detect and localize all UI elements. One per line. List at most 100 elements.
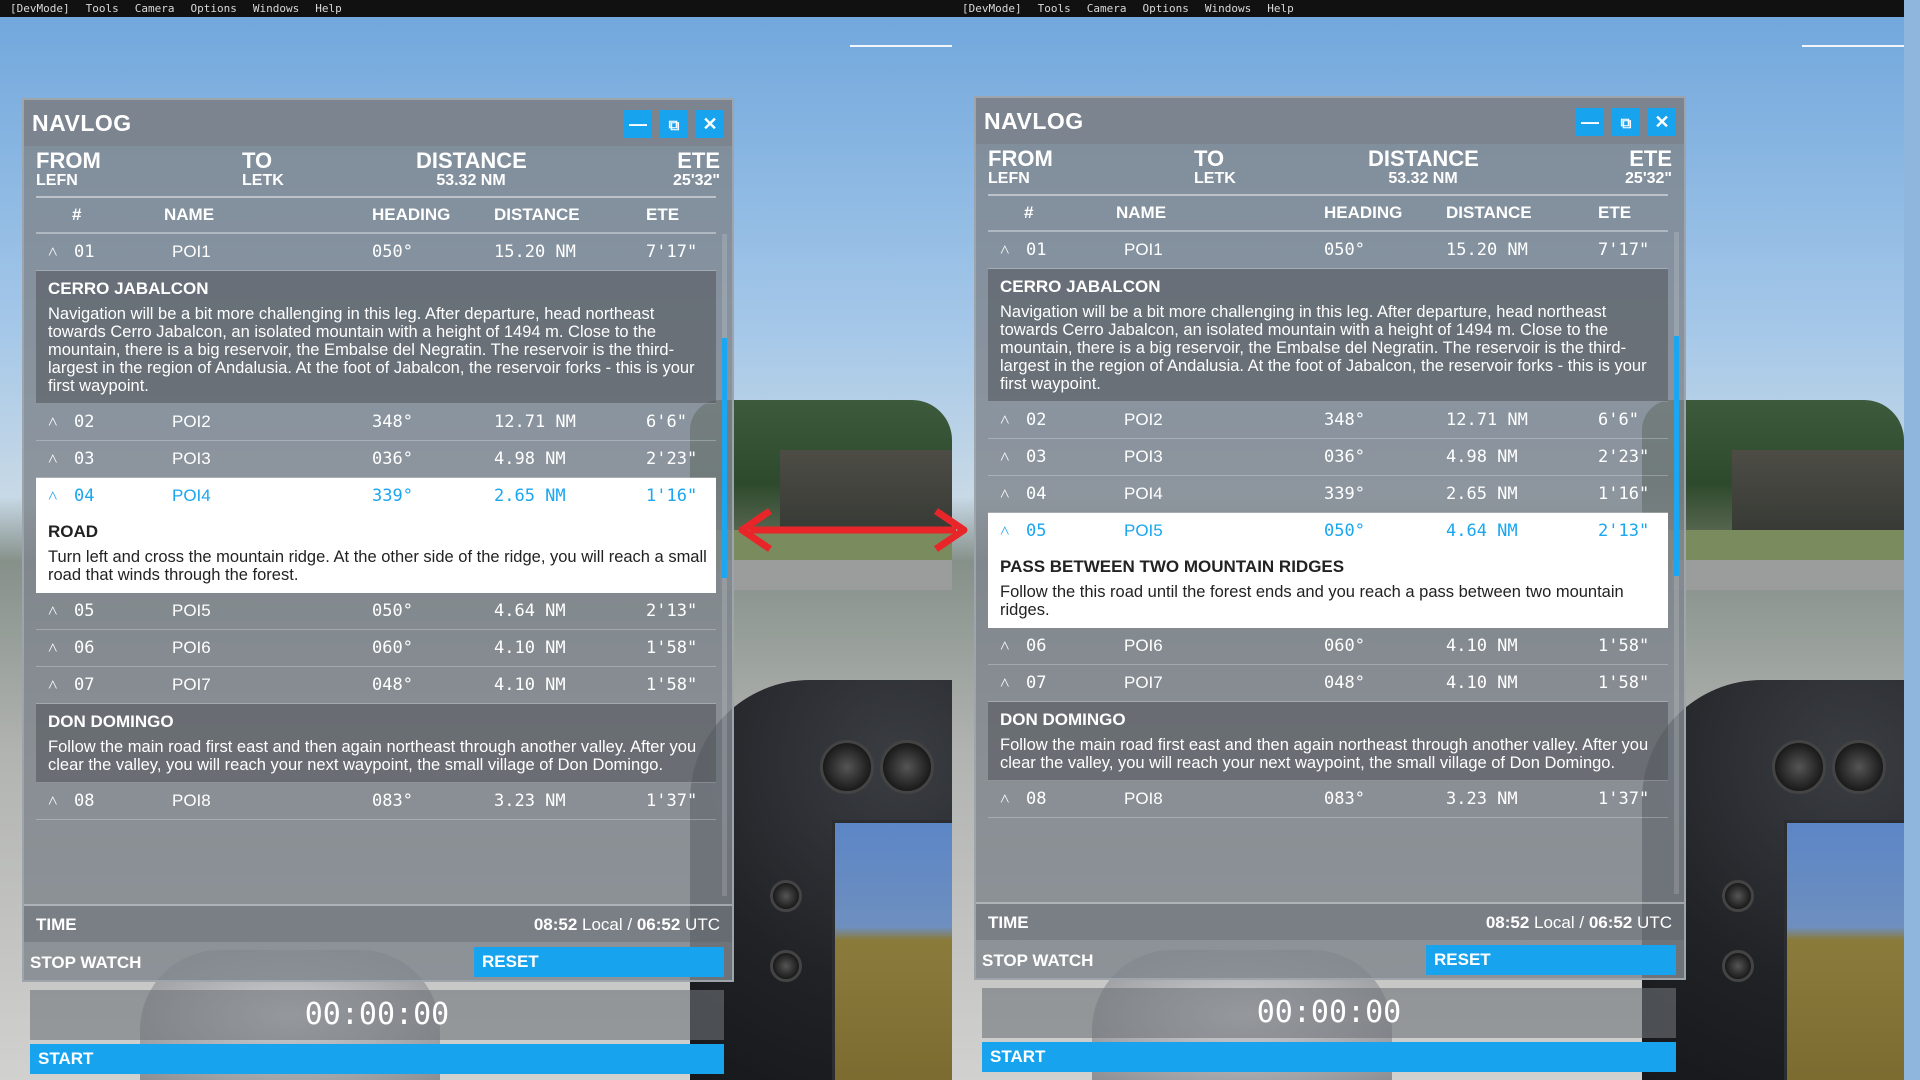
chevron-up-icon[interactable]: ˄ <box>1000 447 1010 467</box>
reset-button[interactable]: RESET <box>474 947 724 977</box>
waypoint-row[interactable]: ˄ 06 POI6 060° 4.10 NM 1'58" <box>36 630 716 667</box>
right-screenshot: [DevMode] Tools Camera Options Windows H… <box>952 0 1904 1080</box>
chevron-up-icon[interactable]: ˄ <box>1000 484 1010 504</box>
row-heading: 050° <box>372 601 413 621</box>
waypoint-row[interactable]: ˄ 06 POI6 060° 4.10 NM 1'58" <box>988 628 1668 665</box>
waypoint-row-selected[interactable]: ˄ 05 POI5 050° 4.64 NM 2'13" <box>988 513 1668 549</box>
waypoint-row[interactable]: ˄ 04 POI4 339° 2.65 NM 1'16" <box>988 476 1668 513</box>
waypoint-list[interactable]: ˄ 01 POI1 050° 15.20 NM 7'17" CERRO JABA… <box>988 232 1668 894</box>
route-from-value: LEFN <box>988 170 1030 187</box>
waypoint-row[interactable]: ˄ 05 POI5 050° 4.64 NM 2'13" <box>36 593 716 630</box>
row-name: POI5 <box>1124 521 1163 540</box>
row-num: 08 <box>1026 789 1047 809</box>
close-button[interactable]: ✕ <box>696 110 724 138</box>
menu-devmode[interactable]: [DevMode] <box>10 2 70 15</box>
minimize-button[interactable]: — <box>1576 108 1604 136</box>
row-num: 07 <box>74 675 95 695</box>
chevron-up-icon[interactable]: ˄ <box>1000 240 1010 260</box>
row-heading: 083° <box>1324 789 1365 809</box>
row-distance: 4.10 NM <box>1446 636 1518 656</box>
row-num: 04 <box>74 486 95 506</box>
row-distance: 4.98 NM <box>494 449 566 469</box>
time-label: TIME <box>988 913 1029 932</box>
row-heading: 339° <box>372 486 413 506</box>
scroll-thumb[interactable] <box>1674 336 1679 576</box>
scenery-runway <box>1672 560 1904 590</box>
chevron-up-icon[interactable]: ˄ <box>1000 410 1010 430</box>
menu-camera[interactable]: Camera <box>1087 2 1127 15</box>
start-button[interactable]: START <box>30 1044 724 1074</box>
waypoint-row[interactable]: ˄ 01 POI1 050° 15.20 NM 7'17" <box>988 232 1668 269</box>
chevron-up-icon[interactable]: ˄ <box>1000 789 1010 809</box>
row-distance: 4.64 NM <box>1446 521 1518 541</box>
navlog-titlebar[interactable]: NAVLOG — ⧉ ✕ <box>24 100 732 146</box>
row-ete: 1'37" <box>646 791 698 811</box>
menu-help[interactable]: Help <box>1267 2 1294 15</box>
chevron-up-icon[interactable]: ˄ <box>48 412 58 432</box>
menu-windows[interactable]: Windows <box>1205 2 1251 15</box>
list-scrollbar[interactable] <box>1674 232 1679 894</box>
time-bar: TIME 08:52 Local / 06:52 UTC <box>976 902 1684 940</box>
chevron-up-icon[interactable]: ˄ <box>1000 636 1010 656</box>
row-heading: 083° <box>372 791 413 811</box>
scenery-hangar <box>1732 450 1904 530</box>
start-button[interactable]: START <box>982 1042 1676 1072</box>
row-heading: 050° <box>372 242 413 262</box>
row-name: POI6 <box>1124 636 1163 655</box>
close-button[interactable]: ✕ <box>1648 108 1676 136</box>
menu-windows[interactable]: Windows <box>253 2 299 15</box>
waypoint-row-selected[interactable]: ˄ 04 POI4 339° 2.65 NM 1'16" <box>36 478 716 514</box>
route-distance-label: DISTANCE <box>1368 146 1479 171</box>
waypoint-row[interactable]: ˄ 03 POI3 036° 4.98 NM 2'23" <box>36 441 716 478</box>
list-scrollbar[interactable] <box>722 234 727 896</box>
row-name: POI3 <box>1124 447 1163 466</box>
col-ete: ETE <box>646 205 680 224</box>
menu-options[interactable]: Options <box>1142 2 1188 15</box>
menu-options[interactable]: Options <box>190 2 236 15</box>
waypoint-row[interactable]: ˄ 02 POI2 348° 12.71 NM 6'6" <box>988 402 1668 439</box>
navlog-title: NAVLOG <box>32 110 132 136</box>
popout-button[interactable]: ⧉ <box>1612 108 1640 136</box>
col-ete: ETE <box>1598 203 1632 222</box>
description-text: Follow the main road first east and then… <box>48 738 697 774</box>
chevron-up-icon[interactable]: ˄ <box>48 486 58 506</box>
menu-help[interactable]: Help <box>315 2 342 15</box>
instrument-dial <box>1832 740 1886 794</box>
menu-tools[interactable]: Tools <box>1038 2 1071 15</box>
waypoint-row[interactable]: ˄ 08 POI8 083° 3.23 NM 1'37" <box>988 781 1668 818</box>
waypoint-row[interactable]: ˄ 01 POI1 050° 15.20 NM 7'17" <box>36 234 716 271</box>
chevron-up-icon[interactable]: ˄ <box>48 601 58 621</box>
chevron-up-icon[interactable]: ˄ <box>48 675 58 695</box>
time-value: 08:52 Local / 06:52 UTC <box>1486 913 1672 933</box>
waypoint-row[interactable]: ˄ 07 POI7 048° 4.10 NM 1'58" <box>988 665 1668 702</box>
stopwatch-display: 00:00:00 <box>30 990 724 1040</box>
chevron-up-icon[interactable]: ˄ <box>48 242 58 262</box>
time-local: 08:52 <box>1485 913 1530 932</box>
waypoint-row[interactable]: ˄ 03 POI3 036° 4.98 NM 2'23" <box>988 439 1668 476</box>
navlog-titlebar[interactable]: NAVLOG — ⧉ ✕ <box>976 98 1684 144</box>
menu-camera[interactable]: Camera <box>135 2 175 15</box>
instrument-knob <box>1722 950 1754 982</box>
cockpit-display <box>832 820 952 1080</box>
waypoint-row[interactable]: ˄ 07 POI7 048° 4.10 NM 1'58" <box>36 667 716 704</box>
route-ete-value: 25'32" <box>673 172 720 189</box>
chevron-up-icon[interactable]: ˄ <box>1000 521 1010 541</box>
chevron-up-icon[interactable]: ˄ <box>48 638 58 658</box>
popout-icon: ⧉ <box>1620 115 1632 132</box>
col-distance: DISTANCE <box>1446 203 1532 222</box>
scroll-thumb[interactable] <box>722 338 727 578</box>
chevron-up-icon[interactable]: ˄ <box>48 449 58 469</box>
description-title: PASS BETWEEN TWO MOUNTAIN RIDGES <box>1000 557 1345 576</box>
menu-tools[interactable]: Tools <box>86 2 119 15</box>
popout-button[interactable]: ⧉ <box>660 110 688 138</box>
menu-devmode[interactable]: [DevMode] <box>962 2 1022 15</box>
reset-button[interactable]: RESET <box>1426 945 1676 975</box>
row-distance: 15.20 NM <box>1446 240 1528 260</box>
minimize-button[interactable]: — <box>624 110 652 138</box>
chevron-up-icon[interactable]: ˄ <box>1000 673 1010 693</box>
waypoint-row[interactable]: ˄ 08 POI8 083° 3.23 NM 1'37" <box>36 783 716 820</box>
waypoint-row[interactable]: ˄ 02 POI2 348° 12.71 NM 6'6" <box>36 404 716 441</box>
waypoint-list[interactable]: ˄ 01 POI1 050° 15.20 NM 7'17" CERRO JABA… <box>36 234 716 896</box>
row-num: 07 <box>1026 673 1047 693</box>
chevron-up-icon[interactable]: ˄ <box>48 791 58 811</box>
